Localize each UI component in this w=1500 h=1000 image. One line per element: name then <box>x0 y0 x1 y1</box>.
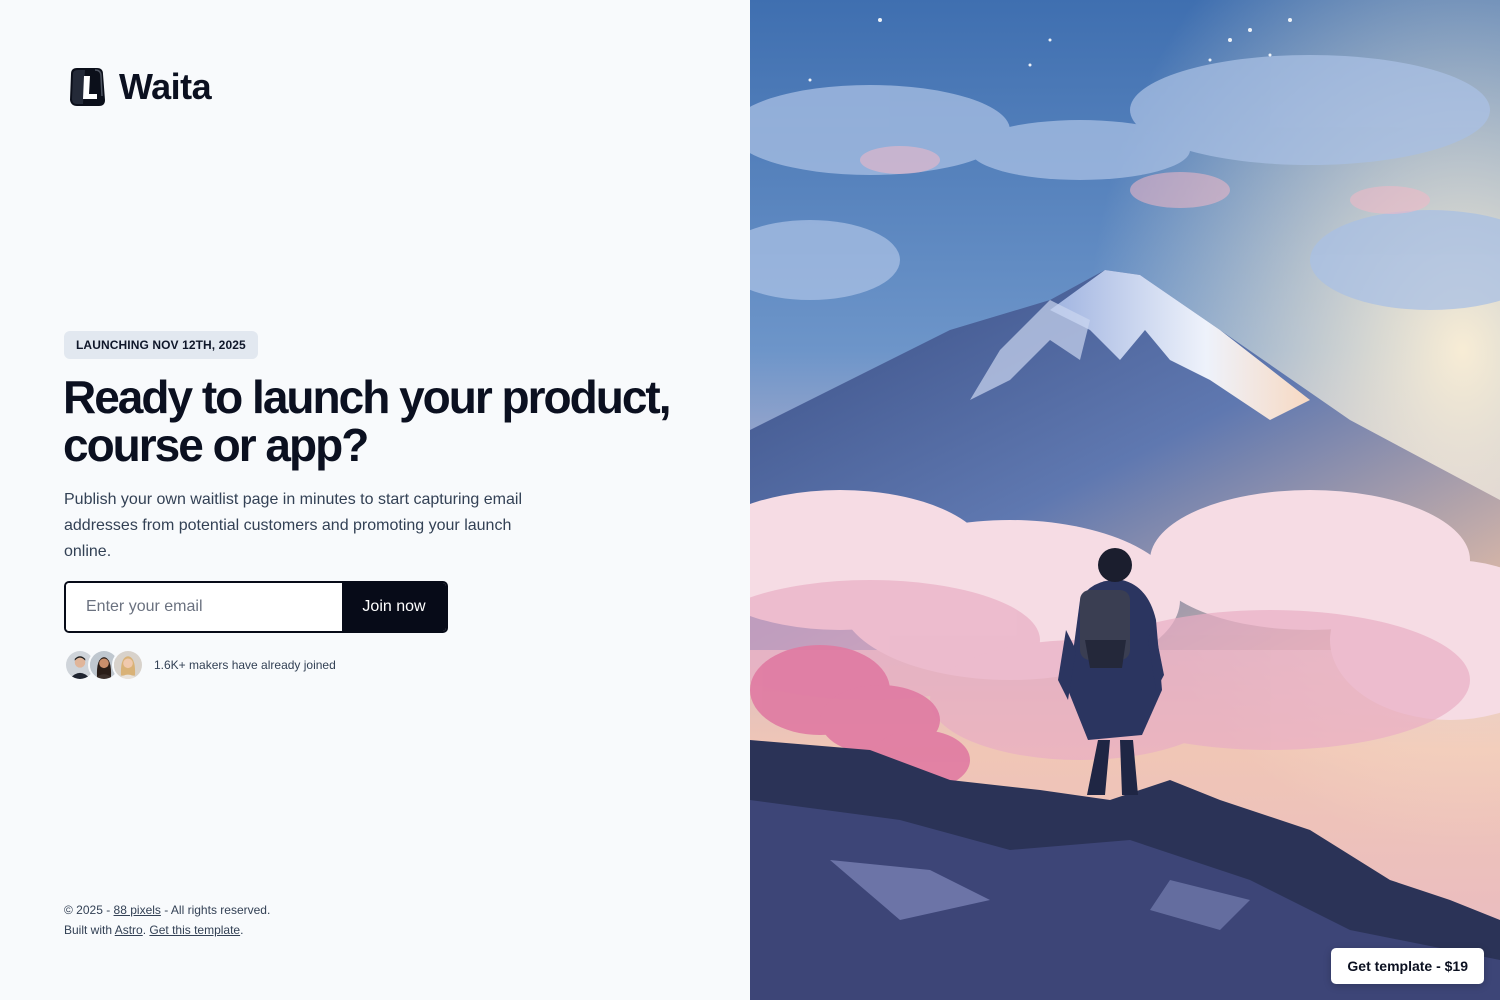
page-title: Ready to launch your product, course or … <box>63 373 723 469</box>
company-link[interactable]: 88 pixels <box>114 903 161 917</box>
waitlist-form: Join now <box>64 581 448 633</box>
get-template-link[interactable]: Get this template <box>149 923 240 937</box>
social-proof: 1.6K+ makers have already joined <box>64 649 336 681</box>
headline-line-1: Ready to launch your product, <box>63 371 672 423</box>
headline-line-2: course or app? <box>63 419 369 471</box>
join-now-button[interactable]: Join now <box>342 583 446 631</box>
footer-built-line: Built with Astro. Get this template. <box>64 920 270 940</box>
brand-logo[interactable]: Waita <box>67 66 212 108</box>
launch-date-badge: LAUNCHING NOV 12TH, 2025 <box>64 331 258 359</box>
l-cube-logo-icon <box>70 68 105 106</box>
email-input[interactable] <box>66 583 342 631</box>
hero-image-panel: Get template - $19 <box>750 0 1500 1000</box>
built-prefix: Built with <box>64 923 115 937</box>
avatar-woman-blonde <box>112 649 144 681</box>
joined-count-text: 1.6K+ makers have already joined <box>154 658 336 672</box>
subheadline: Publish your own waitlist page in minute… <box>64 491 522 560</box>
left-panel: Waita LAUNCHING NOV 12TH, 2025 Ready to … <box>0 0 750 1000</box>
footer-copyright-line: © 2025 - 88 pixels - All rights reserved… <box>64 900 270 920</box>
copyright-prefix: © 2025 - <box>64 903 114 917</box>
rights-text: - All rights reserved. <box>160 903 271 917</box>
get-template-button[interactable]: Get template - $19 <box>1331 948 1484 984</box>
astro-link[interactable]: Astro <box>115 923 143 937</box>
avatar-group <box>64 649 144 681</box>
hiker-mountain-illustration <box>750 0 1500 1000</box>
footer-end: . <box>240 923 244 937</box>
brand-name: Waita <box>119 66 212 107</box>
footer: © 2025 - 88 pixels - All rights reserved… <box>64 900 270 940</box>
